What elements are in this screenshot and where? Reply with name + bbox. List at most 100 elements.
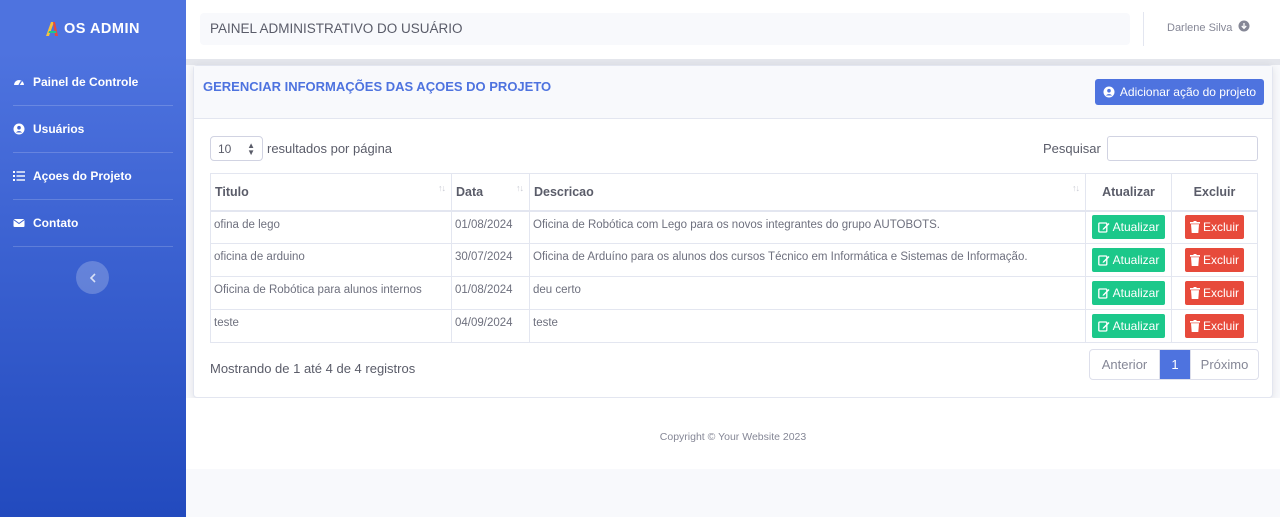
edit-icon: [1097, 320, 1110, 332]
cell-descricao: teste: [529, 309, 1086, 343]
search-input[interactable]: [1106, 136, 1258, 161]
update-label: Atualizar: [1112, 319, 1160, 333]
update-label: Atualizar: [1112, 253, 1160, 267]
sort-arrows-icon: ▲ ▼: [247, 140, 255, 157]
user-circle-icon: [1103, 86, 1115, 98]
sidebar-item-acoes[interactable]: Açoes do Projeto: [13, 153, 173, 200]
cell-delete: Excluir: [1171, 243, 1258, 277]
copyright: Copyright © Your Website 2023: [659, 431, 807, 443]
sidebar-item-usuarios[interactable]: Usuários: [13, 106, 173, 153]
update-button[interactable]: Atualizar: [1091, 248, 1166, 272]
delete-button[interactable]: Excluir: [1184, 248, 1244, 272]
column-label: Titulo: [215, 184, 249, 199]
user-circle-icon: [13, 123, 25, 135]
cell-delete: Excluir: [1171, 309, 1258, 343]
cell-data: 04/09/2024: [451, 309, 530, 343]
sort-icon: ↑↓: [1072, 183, 1080, 193]
delete-label: Excluir: [1202, 319, 1239, 333]
cell-update: Atualizar: [1085, 243, 1172, 277]
pagination-prev[interactable]: Anterior: [1090, 350, 1160, 379]
brand-name: OS ADMIN: [64, 20, 140, 37]
trash-icon: [1189, 320, 1200, 332]
topbar-divider: [1143, 12, 1144, 46]
column-header-atualizar: Atualizar: [1085, 173, 1172, 212]
pagination-next[interactable]: Próximo: [1190, 350, 1258, 379]
dashboard-icon: [13, 76, 25, 88]
update-button[interactable]: Atualizar: [1091, 314, 1166, 338]
card-title: GERENCIAR INFORMAÇÕES DAS AÇOES DO PROJE…: [203, 79, 552, 94]
cell-titulo: Oficina de Robótica para alunos internos: [210, 276, 452, 310]
page-title: PAINEL ADMINISTRATIVO DO USUÁRIO: [200, 13, 1130, 45]
delete-label: Excluir: [1202, 253, 1239, 267]
logo-icon: [46, 21, 59, 36]
footer: Copyright © Your Website 2023: [186, 398, 1280, 469]
update-label: Atualizar: [1112, 220, 1160, 235]
update-button[interactable]: Atualizar: [1091, 215, 1166, 240]
table-header-row: Titulo ↑↓ Data ↑↓ Descricao ↑↓ Atualizar Ex…: [210, 173, 1258, 212]
sort-icon: ↑↓: [438, 183, 446, 193]
cell-update: Atualizar: [1085, 309, 1172, 343]
search-control: Pesquisar: [1043, 136, 1258, 161]
user-name: Darlene Silva: [1167, 21, 1233, 34]
edit-icon: [1097, 221, 1110, 233]
update-label: Atualizar: [1112, 286, 1160, 300]
sidebar: OS ADMIN Painel de Controle Usuários Aço…: [0, 0, 186, 517]
delete-label: Excluir: [1202, 286, 1239, 300]
cell-data: 30/07/2024: [451, 243, 530, 277]
actions-card: GERENCIAR INFORMAÇÕES DAS AÇOES DO PROJE…: [193, 65, 1273, 398]
column-header-data[interactable]: Data ↑↓: [451, 173, 530, 212]
table-row: Oficina de Robótica para alunos internos…: [210, 276, 1258, 310]
delete-button[interactable]: Excluir: [1184, 281, 1244, 305]
table-row: teste 04/09/2024 teste Atualizar Excluir: [210, 309, 1258, 343]
sidebar-item-label: Açoes do Projeto: [33, 169, 132, 183]
user-menu[interactable]: Darlene Silva: [1167, 20, 1250, 35]
actions-table: Titulo ↑↓ Data ↑↓ Descricao ↑↓ Atualizar Ex…: [210, 173, 1258, 343]
pagination-page-1[interactable]: 1: [1160, 350, 1190, 379]
delete-button[interactable]: Excluir: [1184, 215, 1244, 240]
table-row: oficina de arduino 30/07/2024 Oficina de…: [210, 243, 1258, 277]
cell-titulo: oficina de arduino: [210, 243, 452, 277]
chevron-left-icon: [89, 272, 96, 283]
sidebar-item-painel[interactable]: Painel de Controle: [13, 59, 173, 106]
page-length-value: 10: [218, 141, 232, 156]
cell-descricao: deu certo: [529, 276, 1086, 310]
cell-delete: Excluir: [1171, 210, 1258, 244]
sidebar-item-label: Painel de Controle: [33, 75, 139, 89]
add-action-label: Adicionar ação do projeto: [1119, 85, 1256, 99]
cell-titulo: teste: [210, 309, 452, 343]
trash-icon: [1189, 254, 1200, 266]
column-header-titulo[interactable]: Titulo ↑↓: [210, 173, 452, 212]
brand[interactable]: OS ADMIN: [0, 0, 186, 57]
sidebar-item-label: Contato: [33, 216, 79, 230]
sidebar-toggle-button[interactable]: [76, 261, 109, 294]
cell-titulo: ofina de lego: [210, 210, 452, 244]
column-header-descricao[interactable]: Descricao ↑↓: [529, 173, 1086, 212]
arrow-down-circle-icon: [1238, 20, 1250, 35]
card-header: GERENCIAR INFORMAÇÕES DAS AÇOES DO PROJE…: [194, 66, 1272, 119]
page-length-select[interactable]: 10 ▲ ▼: [210, 136, 263, 161]
column-label: Descricao: [534, 184, 594, 199]
update-button[interactable]: Atualizar: [1091, 281, 1166, 305]
cell-data: 01/08/2024: [451, 276, 530, 310]
delete-button[interactable]: Excluir: [1184, 314, 1244, 338]
sidebar-item-contato[interactable]: Contato: [13, 200, 173, 247]
cell-descricao: Oficina de Robótica com Lego para os nov…: [529, 210, 1086, 244]
column-label: Data: [456, 184, 484, 199]
cell-data: 01/08/2024: [451, 210, 530, 244]
page-length-label: resultados por página: [267, 141, 393, 156]
cell-update: Atualizar: [1085, 210, 1172, 244]
pagination: Anterior 1 Próximo: [1089, 349, 1259, 380]
table-info: Mostrando de 1 até 4 de 4 registros: [210, 361, 416, 376]
table-row: ofina de lego 01/08/2024 Oficina de Robó…: [210, 210, 1258, 244]
search-label: Pesquisar: [1043, 141, 1101, 156]
trash-icon: [1189, 221, 1200, 234]
cell-delete: Excluir: [1171, 276, 1258, 310]
add-action-button[interactable]: Adicionar ação do projeto: [1094, 79, 1264, 105]
trash-icon: [1189, 287, 1200, 299]
page-length-control: 10 ▲ ▼ resultados por página: [210, 136, 392, 161]
cell-descricao: Oficina de Arduíno para os alunos dos cu…: [529, 243, 1086, 277]
envelope-icon: [13, 217, 25, 229]
sort-icon: ↑↓: [516, 183, 524, 193]
edit-icon: [1097, 287, 1110, 299]
edit-icon: [1097, 254, 1110, 266]
